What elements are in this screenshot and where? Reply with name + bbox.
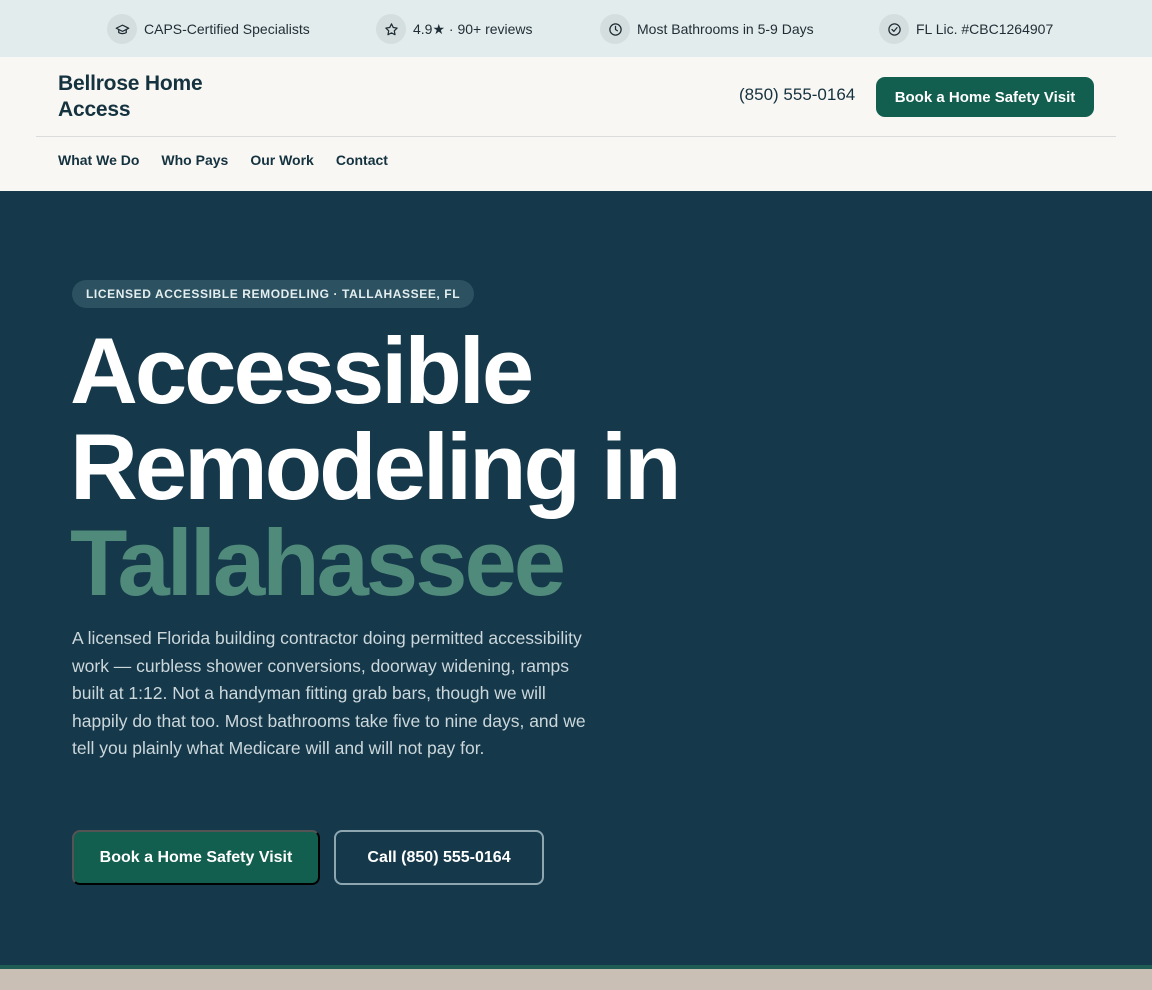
- check-circle-icon: [879, 14, 909, 44]
- hero-headline: Accessible Remodeling in Tallahassee: [70, 318, 682, 615]
- star-icon: [376, 14, 406, 44]
- trust-item-caps: CAPS-Certified Specialists: [107, 14, 310, 44]
- headline-accent: Tallahassee: [70, 510, 566, 615]
- nav-what-we-do[interactable]: What We Do: [58, 152, 139, 168]
- trust-item-label: 4.9★ · 90+ reviews: [413, 20, 533, 37]
- call-phone-button[interactable]: Call (850) 555-0164: [334, 830, 544, 885]
- hero-lead-paragraph: A licensed Florida building contractor d…: [72, 628, 586, 758]
- trust-item-label: Most Bathrooms in 5-9 Days: [637, 21, 814, 37]
- trust-item-reviews: 4.9★ · 90+ reviews: [376, 14, 533, 44]
- graduation-cap-icon: [107, 14, 137, 44]
- trust-item-timeline: Most Bathrooms in 5-9 Days: [600, 14, 814, 44]
- site-header: Bellrose Home Access (850) 555-0164 Book…: [0, 57, 1152, 191]
- clock-icon: [600, 14, 630, 44]
- nav-our-work[interactable]: Our Work: [250, 152, 314, 168]
- book-visit-hero-button[interactable]: Book a Home Safety Visit: [72, 830, 320, 885]
- headline-line-1: Accessible: [70, 318, 534, 423]
- trust-item-label: CAPS-Certified Specialists: [144, 21, 310, 37]
- gallery-photo-strip: [0, 965, 1152, 990]
- headline-line-2: Remodeling in: [70, 414, 682, 519]
- main-nav: What We Do Who Pays Our Work Contact: [58, 152, 410, 168]
- header-phone-link[interactable]: (850) 555-0164: [739, 85, 855, 105]
- nav-contact[interactable]: Contact: [336, 152, 388, 168]
- brand-logo[interactable]: Bellrose Home Access: [58, 71, 238, 123]
- hero-section: LICENSED ACCESSIBLE REMODELING · TALLAHA…: [0, 191, 1152, 965]
- trust-item-license: FL Lic. #CBC1264907: [879, 14, 1053, 44]
- trust-bar: CAPS-Certified Specialists 4.9★ · 90+ re…: [0, 0, 1152, 57]
- hero-eyebrow-badge: LICENSED ACCESSIBLE REMODELING · TALLAHA…: [72, 280, 475, 308]
- trust-item-label: FL Lic. #CBC1264907: [916, 21, 1054, 37]
- book-visit-header-button[interactable]: Book a Home Safety Visit: [876, 77, 1094, 117]
- nav-who-pays[interactable]: Who Pays: [161, 152, 228, 168]
- header-divider: [36, 136, 1116, 137]
- photo-strip-edge: [0, 965, 1152, 969]
